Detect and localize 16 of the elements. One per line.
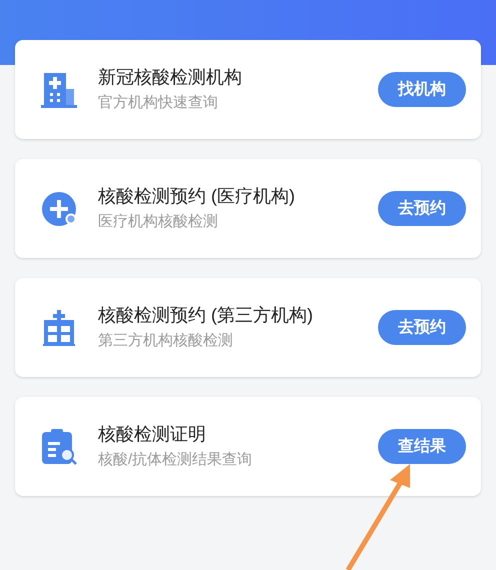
report-search-icon bbox=[40, 428, 78, 466]
action-button[interactable]: 查结果 bbox=[378, 429, 466, 464]
service-title: 核酸检测证明 bbox=[98, 422, 207, 446]
service-title: 新冠核酸检测机构 bbox=[98, 66, 243, 88]
action-button[interactable]: 去预约 bbox=[378, 191, 466, 226]
action-button[interactable]: 找机构 bbox=[378, 72, 466, 107]
plus-circle-icon bbox=[40, 190, 78, 228]
hospital-building-icon bbox=[40, 70, 78, 108]
service-subtitle: 医疗机构核酸检测 bbox=[98, 213, 219, 232]
service-title: 核酸检测预约 (第三方机构) bbox=[98, 304, 314, 326]
clinic-icon bbox=[40, 308, 78, 346]
service-title: 核酸检测预约 (医疗机构) bbox=[98, 184, 296, 208]
service-subtitle: 第三方机构核酸检测 bbox=[98, 332, 234, 352]
service-subtitle: 核酸/抗体检测结果查询 bbox=[98, 451, 254, 470]
action-button[interactable]: 去预约 bbox=[378, 310, 466, 345]
service-subtitle: 官方机构快速查询 bbox=[98, 94, 219, 114]
